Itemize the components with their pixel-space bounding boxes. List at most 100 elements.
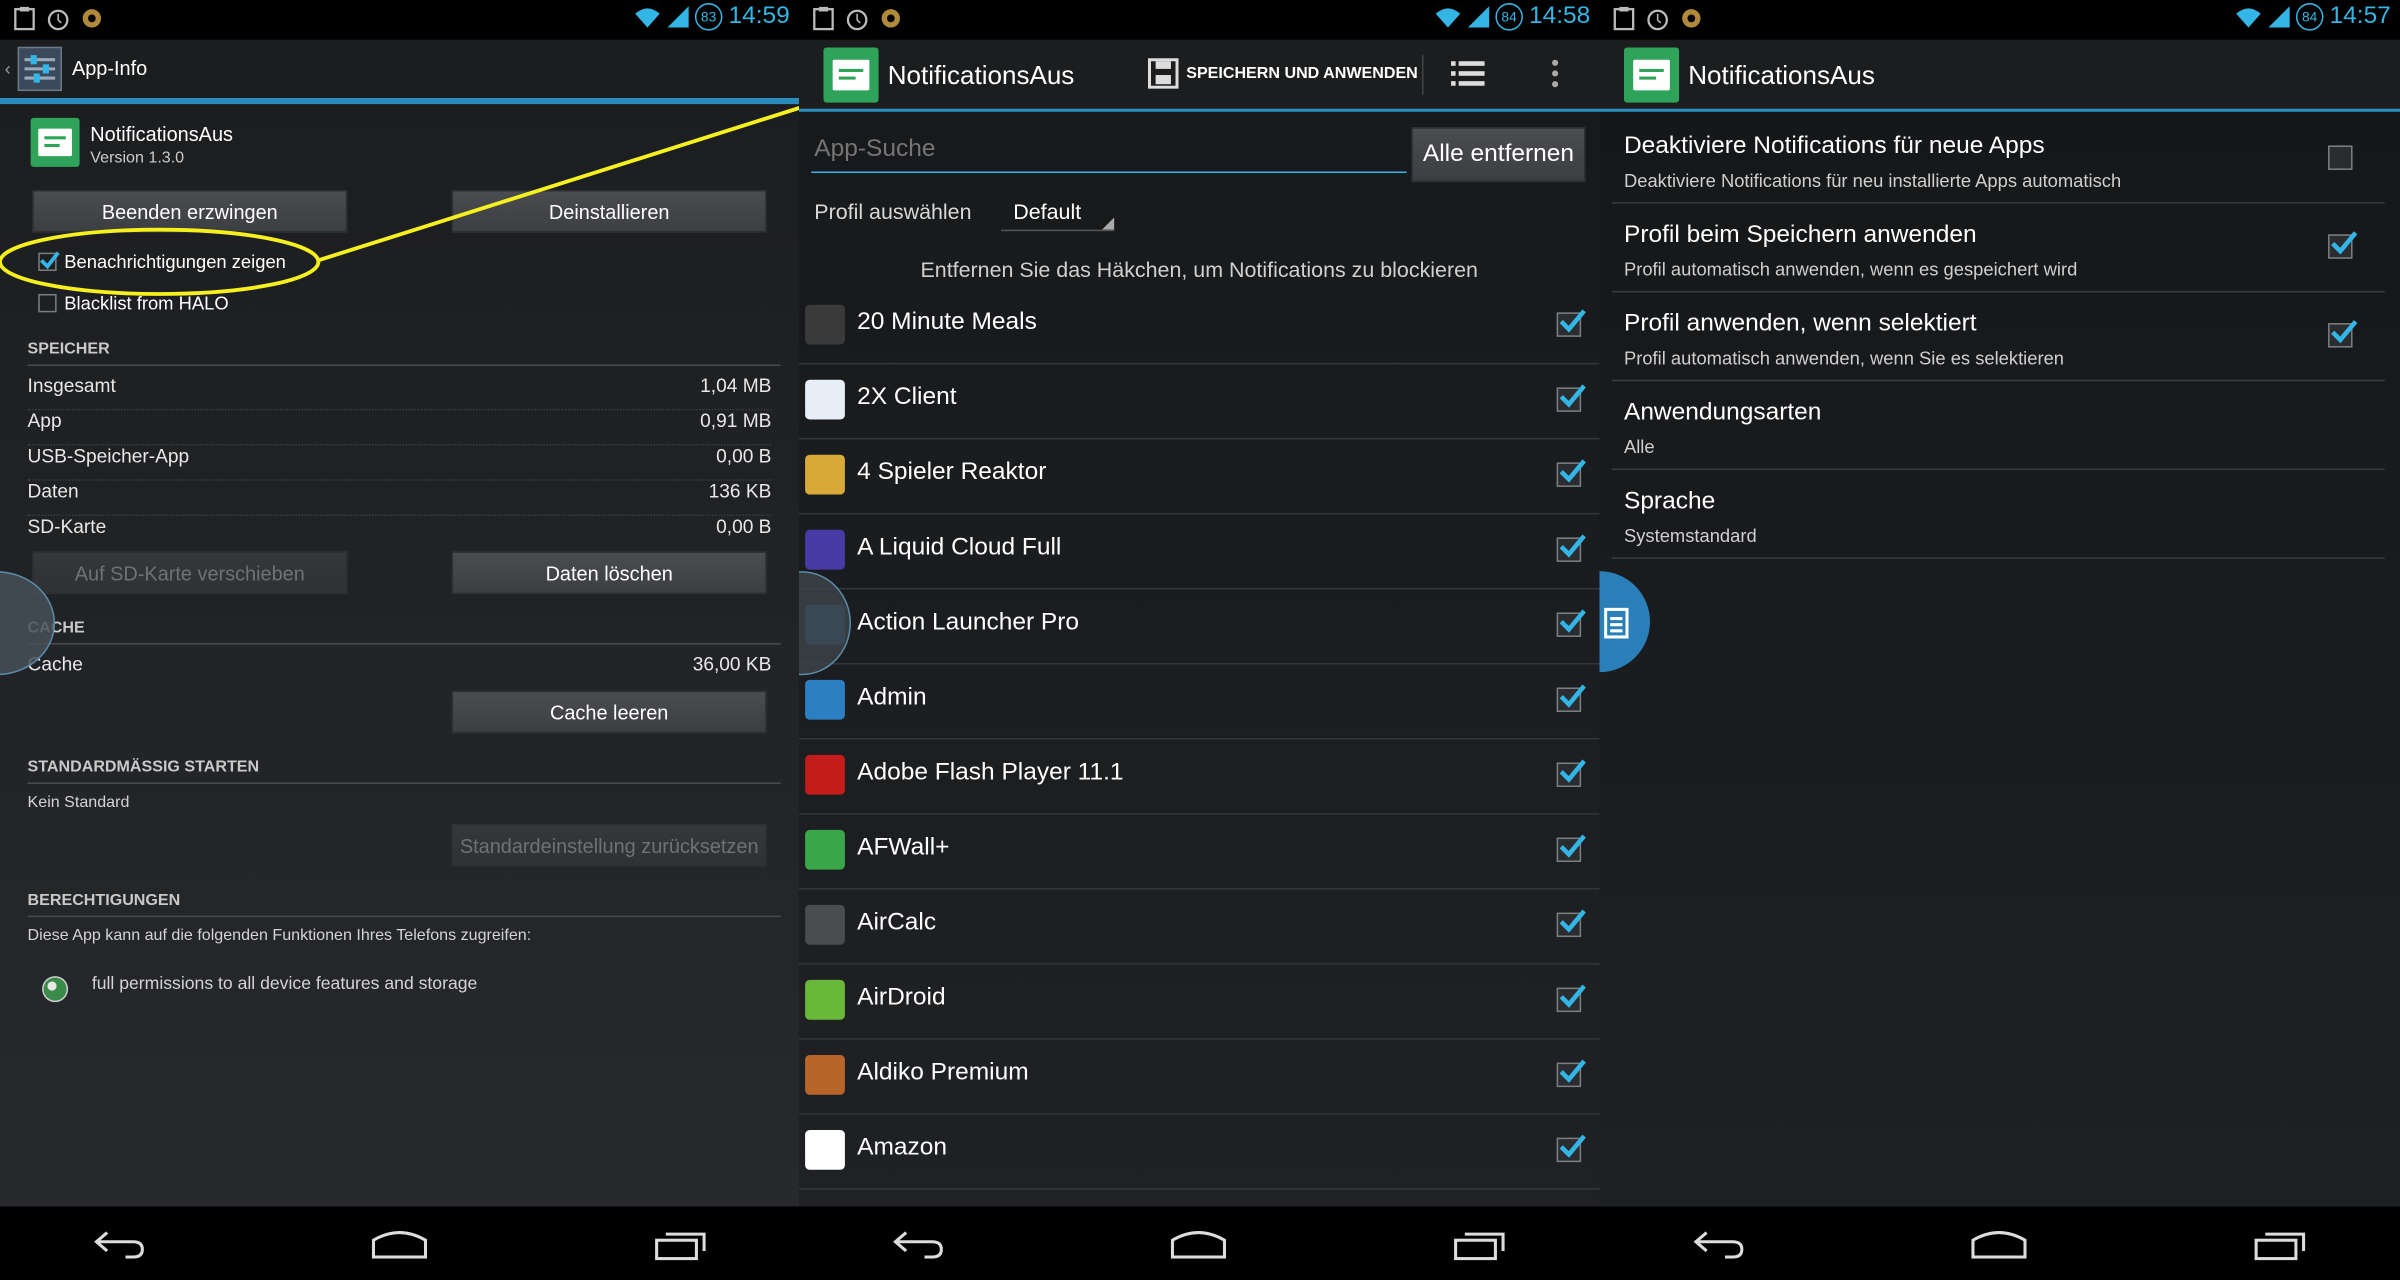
list-item[interactable]: 2X Client bbox=[798, 363, 1600, 440]
recents-icon[interactable] bbox=[654, 1228, 709, 1262]
app-checkbox[interactable] bbox=[1556, 759, 1586, 788]
recents-icon[interactable] bbox=[1453, 1228, 1508, 1262]
app-checkbox[interactable] bbox=[1556, 984, 1586, 1013]
checkmark-icon bbox=[1559, 834, 1586, 858]
nav-bar bbox=[1599, 1206, 2400, 1280]
back-icon[interactable] bbox=[1691, 1228, 1746, 1259]
app-name: AFWall+ bbox=[857, 834, 950, 861]
aldiko-books-icon bbox=[805, 1054, 845, 1095]
app-checkbox[interactable] bbox=[1556, 1134, 1586, 1163]
pref-app-types[interactable]: Anwendungsarten Alle bbox=[1611, 381, 2385, 471]
pref-checkbox[interactable] bbox=[2328, 145, 2353, 170]
app-checkbox[interactable] bbox=[1556, 459, 1586, 487]
app-icon[interactable] bbox=[823, 47, 879, 103]
app-checkbox[interactable] bbox=[1556, 309, 1586, 337]
pref-checkbox[interactable] bbox=[2328, 320, 2358, 348]
list-menu-icon[interactable] bbox=[1451, 60, 1485, 88]
clipboard-icon bbox=[1604, 607, 1629, 639]
app-icon[interactable] bbox=[1623, 47, 1680, 103]
pref-disable-new-apps[interactable]: Deaktiviere Notifications für neue Apps … bbox=[1611, 115, 2385, 204]
app-checkbox[interactable] bbox=[1556, 1059, 1586, 1088]
app-name: Adobe Flash Player 11.1 bbox=[857, 759, 1124, 786]
list-item[interactable]: 20 Minute Meals bbox=[798, 288, 1600, 365]
home-icon[interactable] bbox=[370, 1228, 428, 1259]
profile-spinner[interactable]: Default bbox=[1001, 193, 1115, 232]
pref-summary: Profil automatisch anwenden, wenn es ges… bbox=[1623, 258, 2078, 281]
clipboard-icon bbox=[1613, 6, 1635, 31]
battery-icon: 84 bbox=[2295, 3, 2324, 31]
app-name: 4 Spieler Reaktor bbox=[857, 459, 1047, 486]
aircalc-icon bbox=[805, 904, 845, 945]
app-checkbox[interactable] bbox=[1556, 834, 1586, 863]
checkmark-icon bbox=[1559, 609, 1586, 633]
panel-settings: 84 14:57 NotificationsAus Deaktiviere No… bbox=[1599, 0, 2400, 1207]
app-checkbox[interactable] bbox=[1556, 909, 1586, 938]
pref-title: Profil anwenden, wenn selektiert bbox=[1623, 310, 1977, 337]
nav-bar bbox=[798, 1206, 1600, 1280]
alarm-icon bbox=[1647, 9, 1668, 31]
pref-language[interactable]: Sprache Systemstandard bbox=[1611, 470, 2385, 559]
list-item[interactable]: AirCalc bbox=[798, 888, 1600, 965]
admin-wrench-icon bbox=[805, 679, 845, 720]
screenshot-stage: 83 14:59 ‹ App-Info NotificationsAus Ver… bbox=[0, 0, 2400, 1280]
checkmark-icon bbox=[2331, 320, 2358, 344]
app-name: 2X Client bbox=[857, 384, 957, 411]
checkmark-icon bbox=[1559, 684, 1586, 708]
recents-icon[interactable] bbox=[2253, 1228, 2308, 1262]
home-icon[interactable] bbox=[1970, 1228, 2028, 1259]
back-icon[interactable] bbox=[891, 1228, 946, 1259]
signal-icon bbox=[2268, 6, 2290, 28]
app-name: 20 Minute Meals bbox=[857, 309, 1037, 336]
pref-title: Sprache bbox=[1623, 488, 1716, 515]
list-item[interactable]: A Liquid Cloud Full bbox=[798, 513, 1600, 590]
save-floppy-icon[interactable] bbox=[1147, 58, 1179, 89]
2x-client-icon bbox=[805, 379, 845, 420]
list-item[interactable]: Action Launcher Pro bbox=[798, 588, 1600, 665]
action-bar: NotificationsAus SPEICHERN UND ANWENDEN bbox=[798, 39, 1600, 112]
checkmark-icon bbox=[1559, 384, 1586, 408]
checkmark-icon bbox=[1559, 759, 1586, 783]
remove-all-button[interactable]: Alle entfernen bbox=[1411, 127, 1586, 183]
save-apply-button[interactable]: SPEICHERN UND ANWENDEN bbox=[1186, 64, 1418, 82]
overflow-menu-icon[interactable] bbox=[1551, 58, 1560, 89]
list-item[interactable]: AirDroid bbox=[798, 963, 1600, 1040]
list-item[interactable]: 4 Spieler Reaktor bbox=[798, 438, 1600, 515]
list-item[interactable]: Admin bbox=[798, 663, 1600, 740]
spinner-corner-icon bbox=[1102, 217, 1115, 230]
list-item[interactable]: Aldiko Premium bbox=[798, 1038, 1600, 1115]
nav-bar bbox=[0, 1206, 799, 1280]
app-checkbox[interactable] bbox=[1556, 609, 1586, 637]
checkmark-icon bbox=[1559, 909, 1586, 933]
pref-summary: Alle bbox=[1623, 436, 1655, 458]
app-checkbox[interactable] bbox=[1556, 684, 1586, 712]
app-search-input[interactable] bbox=[811, 128, 1407, 174]
floating-handle[interactable] bbox=[1599, 571, 1650, 673]
page-title: NotificationsAus bbox=[1688, 61, 1875, 91]
clock: 14:58 bbox=[1529, 3, 1591, 30]
pref-apply-on-select[interactable]: Profil anwenden, wenn selektiert Profil … bbox=[1611, 292, 2385, 382]
app-name: Action Launcher Pro bbox=[857, 609, 1080, 636]
checkmark-icon bbox=[1559, 1059, 1586, 1083]
app-checkbox[interactable] bbox=[1556, 534, 1586, 562]
checkmark-icon bbox=[1559, 534, 1586, 558]
list-item[interactable]: AFWall+ bbox=[798, 813, 1600, 890]
signal-icon bbox=[1467, 6, 1490, 28]
list-item[interactable]: Amazon bbox=[798, 1113, 1600, 1190]
home-icon[interactable] bbox=[1169, 1228, 1227, 1259]
checkmark-icon bbox=[1559, 1134, 1586, 1158]
pref-checkbox[interactable] bbox=[2328, 231, 2358, 259]
status-bar: 84 14:58 bbox=[798, 0, 1600, 40]
clipboard-icon bbox=[813, 6, 834, 31]
hint-text: Entfernen Sie das Häkchen, um Notificati… bbox=[920, 257, 1478, 282]
amazon-cart-icon bbox=[805, 1129, 845, 1170]
app-checkbox[interactable] bbox=[1556, 384, 1586, 412]
gear-icon bbox=[1682, 9, 1701, 28]
airdroid-icon bbox=[805, 979, 845, 1020]
app-name: Amazon bbox=[857, 1134, 947, 1161]
app-name: AirCalc bbox=[857, 909, 937, 936]
panel-app-list: 84 14:58 NotificationsAus SPEICHERN UND … bbox=[798, 0, 1600, 1207]
list-item[interactable]: Adobe Flash Player 11.1 bbox=[798, 738, 1600, 815]
pref-title: Anwendungsarten bbox=[1623, 399, 1822, 426]
back-icon[interactable] bbox=[92, 1228, 147, 1259]
pref-apply-on-save[interactable]: Profil beim Speichern anwenden Profil au… bbox=[1611, 204, 2385, 293]
